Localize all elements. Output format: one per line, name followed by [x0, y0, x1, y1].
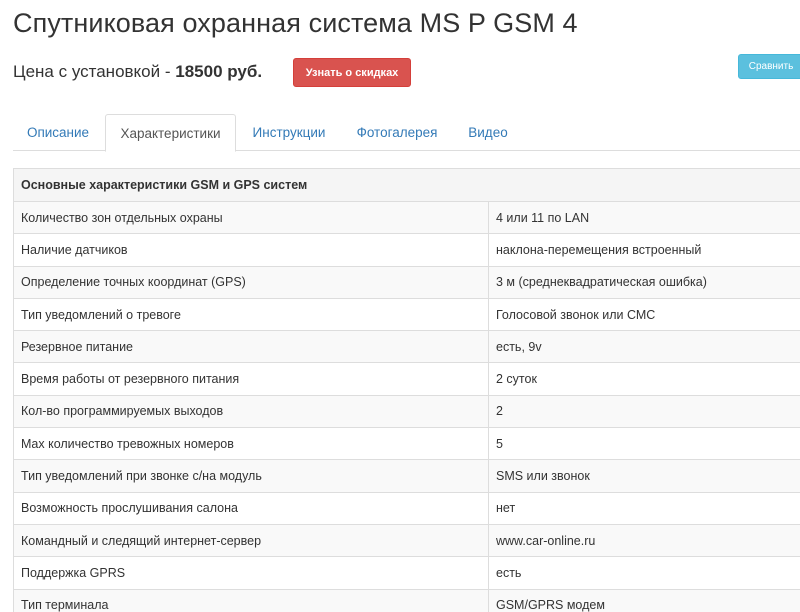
spec-name: Тип уведомлений при звонке с/на модуль [13, 459, 489, 493]
spec-value: наклона-перемещения встроенный [487, 233, 800, 267]
table-row: Возможность прослушивания салона нет [13, 491, 800, 525]
spec-value: есть, 9v [487, 330, 800, 364]
spec-value: 4 или 11 по LAN [487, 200, 800, 235]
spec-name: Командный и следящий интернет-сервер [13, 523, 489, 558]
table-row: Наличие датчиков наклона-перемещения встр… [13, 233, 800, 267]
specs-table: Основные характеристики GSM и GPS систем… [12, 168, 800, 612]
spec-value: www.car-online.ru [487, 523, 800, 558]
price-line: Цена с установкой - 18500 руб. [13, 62, 262, 82]
table-row: Кол-во программируемых выходов 2 [13, 394, 800, 429]
spec-name: Количество зон отдельных охраны [13, 200, 489, 235]
table-row: Время работы от резервного питания 2 суто… [13, 362, 800, 396]
spec-value: есть [487, 556, 800, 590]
spec-value: 2 [487, 394, 800, 429]
spec-value: GSM/GPRS модем [487, 588, 800, 612]
spec-name: Определение точных координат (GPS) [13, 265, 489, 299]
compare-button[interactable]: Сравнить [738, 54, 800, 79]
spec-name: Max количество тревожных номеров [13, 427, 489, 461]
table-row: Поддержка GPRS есть [13, 556, 800, 590]
tab-instructions[interactable]: Инструкции [239, 114, 339, 151]
spec-name: Возможность прослушивания салона [13, 491, 489, 525]
tab-photo-gallery[interactable]: Фотогалерея [343, 114, 451, 151]
table-row: Тип уведомлений при звонке с/на модуль SM… [13, 459, 800, 493]
spec-name: Время работы от резервного питания [13, 362, 489, 396]
table-row: Max количество тревожных номеров 5 [13, 427, 800, 461]
tab-specifications[interactable]: Характеристики [105, 114, 236, 152]
spec-value: 2 суток [487, 362, 800, 396]
spec-name: Тип терминала [13, 588, 489, 612]
spec-value: 5 [487, 427, 800, 461]
discount-button[interactable]: Узнать о скидках [293, 58, 411, 87]
tab-video[interactable]: Видео [455, 114, 521, 151]
spec-name: Кол-во программируемых выходов [13, 394, 489, 429]
specs-section-title: Основные характеристики GSM и GPS систем [12, 168, 800, 202]
table-row: Определение точных координат (GPS) 3 м (с… [13, 265, 800, 299]
specs-body: Количество зон отдельных охраны 4 или 11 … [13, 200, 800, 612]
table-row: Резервное питание есть, 9v [13, 330, 800, 364]
table-row: Тип уведомлений о тревоге Голосовой звоно… [13, 297, 800, 332]
table-row: Количество зон отдельных охраны 4 или 11 … [13, 200, 800, 235]
spec-value: SMS или звонок [487, 459, 800, 493]
spec-value: Голосовой звонок или СМС [487, 297, 800, 332]
price-value: 18500 руб. [175, 62, 263, 81]
spec-name: Наличие датчиков [13, 233, 489, 267]
table-row: Тип терминала GSM/GPRS модем [13, 588, 800, 612]
tab-description[interactable]: Описание [13, 114, 103, 151]
page-title: Спутниковая охранная система MS P GSM 4 [13, 8, 578, 38]
price-label: Цена с установкой - [13, 62, 176, 81]
spec-name: Тип уведомлений о тревоге [13, 297, 489, 332]
spec-value: 3 м (среднеквадратическая ошибка) [487, 265, 800, 299]
spec-value: нет [487, 491, 800, 525]
tab-bar: Описание Характеристики Инструкции Фотог… [13, 114, 800, 152]
spec-name: Резервное питание [13, 330, 489, 364]
spec-name: Поддержка GPRS [13, 556, 489, 590]
table-row: Командный и следящий интернет-сервер www.… [13, 523, 800, 558]
specs-header-row: Основные характеристики GSM и GPS систем [12, 168, 800, 202]
